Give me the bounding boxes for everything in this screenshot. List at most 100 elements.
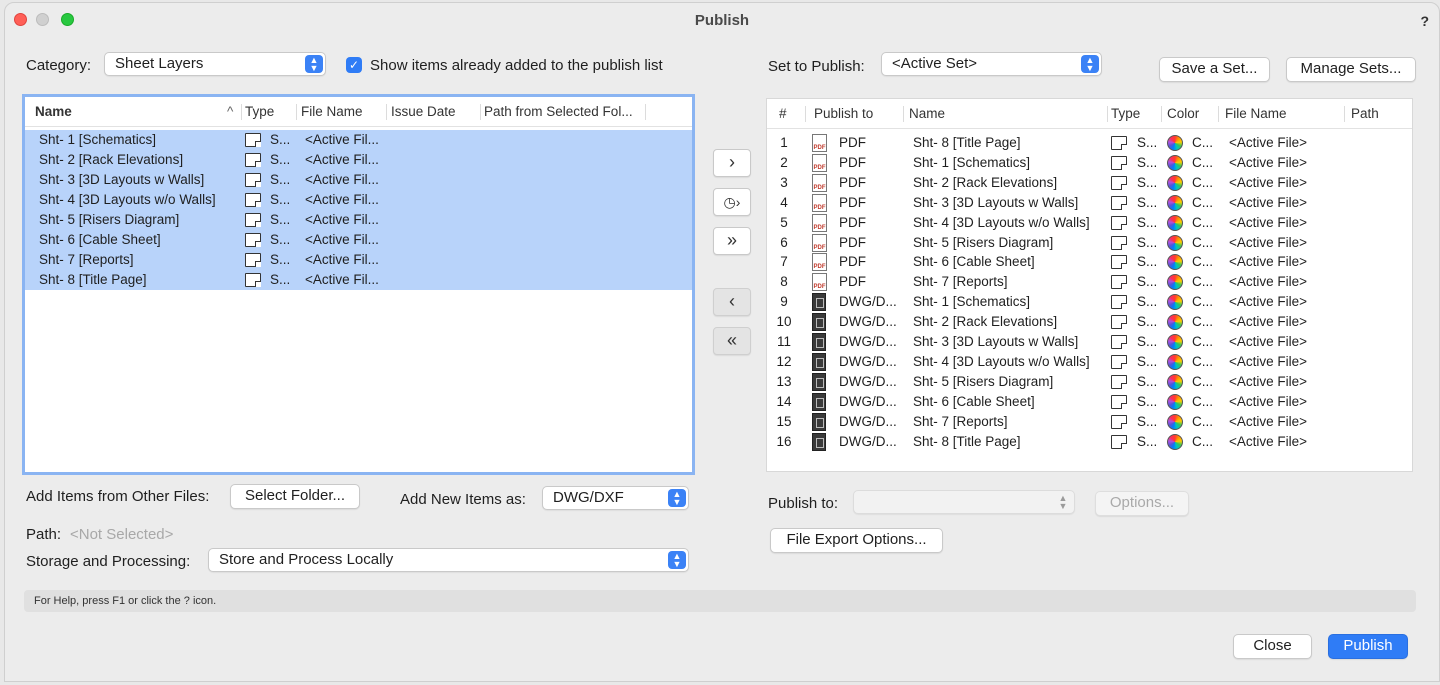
table-row[interactable]: Sht- 2 [Rack Elevations] S... <Active Fil.… bbox=[25, 150, 692, 170]
category-select[interactable]: Sheet Layers ▲ ▼ bbox=[104, 52, 326, 76]
show-items-checkbox[interactable]: ✓ bbox=[346, 57, 362, 73]
color-wheel-icon bbox=[1167, 314, 1183, 331]
column-number[interactable]: # bbox=[779, 99, 799, 129]
color-wheel-icon bbox=[1167, 154, 1183, 171]
add-with-options-button[interactable]: ◷› bbox=[713, 188, 751, 216]
publish-list[interactable]: # Publish to Name Type Color File Name P… bbox=[766, 98, 1413, 472]
dwg-file-icon bbox=[812, 372, 826, 391]
row-name: Sht- 4 [3D Layouts w/o Walls] bbox=[913, 214, 1090, 230]
chevron-updown-icon: ▲ ▼ bbox=[668, 489, 686, 507]
window-title: Publish bbox=[694, 12, 750, 29]
column-path-from-folder[interactable]: Path from Selected Fol... bbox=[484, 97, 644, 127]
column-publish-to[interactable]: Publish to bbox=[814, 99, 902, 129]
remove-selected-button[interactable]: ‹ bbox=[713, 288, 751, 316]
column-issue-date[interactable]: Issue Date bbox=[391, 97, 479, 127]
row-file-name: <Active File> bbox=[1229, 214, 1308, 230]
pdf-file-icon: PDF bbox=[812, 253, 827, 272]
table-row[interactable]: Sht- 5 [Risers Diagram] S... <Active Fil..… bbox=[25, 210, 692, 230]
color-wheel-icon bbox=[1167, 294, 1183, 311]
table-row[interactable]: 16 DWG/D... Sht- 8 [Title Page] S... C... <Ac… bbox=[767, 432, 1412, 452]
select-folder-button[interactable]: Select Folder... bbox=[230, 484, 360, 509]
publish-button[interactable]: Publish bbox=[1328, 634, 1408, 659]
row-file-name: <Active File> bbox=[1229, 314, 1308, 330]
row-publish-to: PDF bbox=[839, 234, 866, 250]
row-color: C... bbox=[1192, 234, 1214, 250]
table-row[interactable]: 11 DWG/D... Sht- 3 [3D Layouts w Walls] S..… bbox=[767, 332, 1412, 352]
row-publish-to: PDF bbox=[839, 174, 866, 190]
row-file-name: <Active File> bbox=[1229, 254, 1308, 270]
help-icon[interactable]: ? bbox=[1420, 13, 1429, 29]
row-publish-to: PDF bbox=[839, 274, 866, 290]
row-number: 10 bbox=[776, 314, 792, 330]
column-type[interactable]: Type bbox=[245, 97, 295, 127]
set-to-publish-select[interactable]: <Active Set> ▲ ▼ bbox=[881, 52, 1102, 76]
sheet-layer-icon bbox=[245, 173, 261, 187]
table-row[interactable]: Sht- 1 [Schematics] S... <Active Fil... bbox=[25, 130, 692, 150]
column-type[interactable]: Type bbox=[1111, 99, 1161, 129]
table-row[interactable]: 7 PDF PDF Sht- 6 [Cable Sheet] S... C... <Acti… bbox=[767, 252, 1412, 272]
table-row[interactable]: 4 PDF PDF Sht- 3 [3D Layouts w Walls] S... C.… bbox=[767, 193, 1412, 213]
row-type: S... bbox=[1137, 294, 1158, 310]
row-color: C... bbox=[1192, 174, 1214, 190]
row-type: S... bbox=[1137, 174, 1158, 190]
table-row[interactable]: 15 DWG/D... Sht- 7 [Reports] S... C... <Activ… bbox=[767, 412, 1412, 432]
close-button[interactable]: Close bbox=[1233, 634, 1312, 659]
table-row[interactable]: Sht- 4 [3D Layouts w/o Walls] S... <Active… bbox=[25, 190, 692, 210]
row-name: Sht- 1 [Schematics] bbox=[39, 132, 157, 147]
add-selected-button[interactable]: › bbox=[713, 149, 751, 177]
row-type: S... bbox=[1137, 314, 1158, 330]
pdf-file-icon: PDF bbox=[812, 233, 827, 252]
row-publish-to: DWG/D... bbox=[839, 334, 897, 349]
save-set-button[interactable]: Save a Set... bbox=[1159, 57, 1270, 82]
table-row[interactable]: 3 PDF PDF Sht- 2 [Rack Elevations] S... C... <… bbox=[767, 173, 1412, 193]
options-button[interactable]: Options... bbox=[1095, 491, 1189, 516]
row-publish-to: DWG/D... bbox=[839, 393, 897, 409]
table-row[interactable]: 9 DWG/D... Sht- 1 [Schematics] S... C... <Act… bbox=[767, 292, 1412, 312]
row-name: Sht- 7 [Reports] bbox=[39, 252, 134, 267]
table-row[interactable]: Sht- 3 [3D Layouts w Walls] S... <Active F… bbox=[25, 170, 692, 190]
table-row[interactable]: 12 DWG/D... Sht- 4 [3D Layouts w/o Walls] S… bbox=[767, 352, 1412, 372]
table-row[interactable]: 8 PDF PDF Sht- 7 [Reports] S... C... <Active F… bbox=[767, 272, 1412, 292]
storage-select[interactable]: Store and Process Locally ▲ ▼ bbox=[208, 548, 689, 572]
table-row[interactable]: 14 DWG/D... Sht- 6 [Cable Sheet] S... C... <A… bbox=[767, 392, 1412, 412]
table-row[interactable]: Sht- 7 [Reports] S... <Active Fil... bbox=[25, 250, 692, 270]
row-name: Sht- 1 [Schematics] bbox=[913, 154, 1031, 170]
row-publish-to: DWG/D... bbox=[839, 413, 897, 429]
sheet-layer-icon bbox=[1111, 295, 1127, 310]
column-file-name[interactable]: File Name bbox=[1225, 99, 1343, 129]
row-type: S... bbox=[1137, 254, 1158, 270]
add-new-items-select[interactable]: DWG/DXF ▲ ▼ bbox=[542, 486, 689, 510]
column-name[interactable]: Name bbox=[35, 97, 225, 127]
file-export-options-button[interactable]: File Export Options... bbox=[770, 528, 943, 553]
manage-sets-button[interactable]: Manage Sets... bbox=[1286, 57, 1416, 82]
column-file-name[interactable]: File Name bbox=[301, 97, 387, 127]
add-all-button[interactable]: » bbox=[713, 227, 751, 255]
table-row[interactable]: Sht- 8 [Title Page] S... <Active Fil... bbox=[25, 270, 692, 290]
color-wheel-icon bbox=[1167, 234, 1183, 251]
table-row[interactable]: 6 PDF PDF Sht- 5 [Risers Diagram] S... C... <A… bbox=[767, 233, 1412, 253]
column-color[interactable]: Color bbox=[1167, 99, 1217, 129]
color-wheel-icon bbox=[1167, 214, 1183, 231]
table-row[interactable]: 2 PDF PDF Sht- 1 [Schematics] S... C... <Activ… bbox=[767, 153, 1412, 173]
column-name[interactable]: Name bbox=[909, 99, 1099, 129]
publish-to-select[interactable]: ▲ ▼ bbox=[853, 490, 1075, 514]
row-number: 8 bbox=[780, 274, 788, 290]
table-row[interactable]: 13 DWG/D... Sht- 5 [Risers Diagram] S... C..… bbox=[767, 372, 1412, 392]
row-name: Sht- 4 [3D Layouts w/o Walls] bbox=[39, 192, 216, 207]
dwg-file-icon bbox=[812, 392, 826, 411]
table-row[interactable]: 1 PDF PDF Sht- 8 [Title Page] S... C... <Activ… bbox=[767, 133, 1412, 153]
table-row[interactable]: 5 PDF PDF Sht- 4 [3D Layouts w/o Walls] S...… bbox=[767, 213, 1412, 233]
row-publish-to: PDF bbox=[839, 154, 866, 170]
table-row[interactable]: 10 DWG/D... Sht- 2 [Rack Elevations] S... C.… bbox=[767, 312, 1412, 332]
category-value: Sheet Layers bbox=[115, 55, 204, 72]
available-items-list[interactable]: Name ^ Type File Name Issue Date Path fr… bbox=[22, 94, 695, 475]
row-number: 9 bbox=[780, 294, 788, 310]
row-type: S... bbox=[270, 232, 291, 247]
remove-all-button[interactable]: « bbox=[713, 327, 751, 355]
column-path[interactable]: Path bbox=[1351, 99, 1409, 129]
row-file-name: <Active File> bbox=[1229, 234, 1308, 250]
sheet-layer-icon bbox=[245, 273, 261, 287]
path-label: Path: bbox=[26, 526, 62, 543]
color-wheel-icon bbox=[1167, 254, 1183, 271]
table-row[interactable]: Sht- 6 [Cable Sheet] S... <Active Fil... bbox=[25, 230, 692, 250]
